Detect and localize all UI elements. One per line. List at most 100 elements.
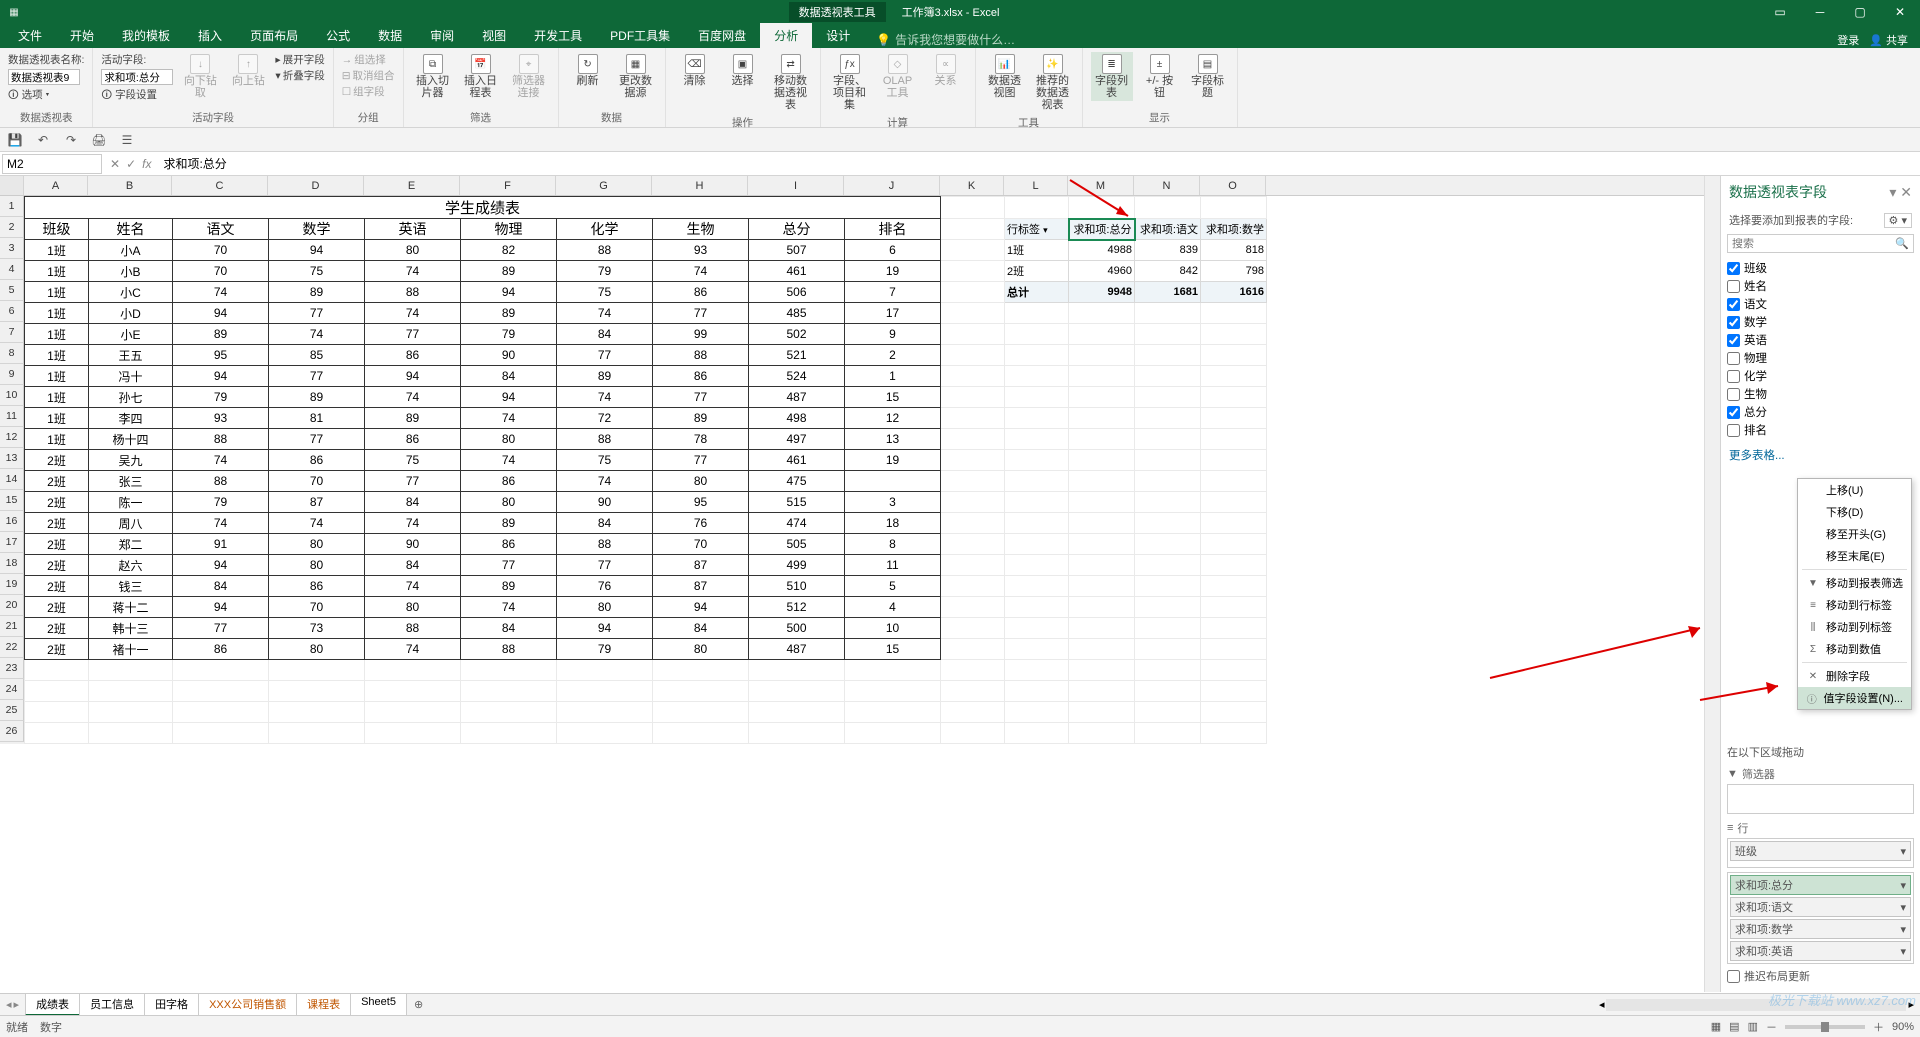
col-header-N[interactable]: N: [1134, 176, 1200, 195]
refresh-button[interactable]: 刷新: [577, 75, 599, 87]
plus-minus-button[interactable]: +/- 按钮: [1141, 75, 1179, 99]
value-area-item[interactable]: 求和项:数学▾: [1730, 919, 1911, 939]
row-header-26[interactable]: 26: [0, 721, 24, 742]
value-area-item[interactable]: 求和项:总分▾: [1730, 875, 1911, 895]
context-item[interactable]: ⓘ值字段设置(N)...: [1798, 687, 1911, 709]
area-values-box[interactable]: 求和项:总分▾求和项:语文▾求和项:数学▾求和项:英语▾: [1727, 872, 1914, 964]
zoom-in-button[interactable]: ＋: [1873, 1019, 1884, 1035]
col-header-B[interactable]: B: [88, 176, 172, 195]
hscroll-right[interactable]: ▸: [1908, 998, 1914, 1011]
view-break-icon[interactable]: ▥: [1748, 1020, 1758, 1033]
select-all-corner[interactable]: [0, 176, 24, 195]
pivot-chart-button[interactable]: 数据透视图: [986, 75, 1024, 99]
share-button[interactable]: 👤 共享: [1869, 32, 1908, 48]
login-link[interactable]: 登录: [1837, 32, 1859, 48]
recommend-pivot-button[interactable]: 推荐的数据透视表: [1034, 75, 1072, 111]
ribbon-tab-页面布局[interactable]: 页面布局: [236, 23, 312, 48]
row-header-1[interactable]: 1: [0, 196, 24, 217]
row-header-8[interactable]: 8: [0, 343, 24, 364]
area-row-box[interactable]: 班级▾: [1727, 838, 1914, 868]
field-英语[interactable]: 英语: [1727, 331, 1914, 349]
sheet-tab-员工信息[interactable]: 员工信息: [79, 993, 145, 1016]
fx-icon[interactable]: fx: [142, 157, 151, 171]
ribbon-tab-分析[interactable]: 分析: [760, 23, 812, 48]
active-field-input[interactable]: [101, 69, 173, 85]
sheet-tab-课程表[interactable]: 课程表: [296, 993, 351, 1016]
value-area-item[interactable]: 求和项:英语▾: [1730, 941, 1911, 961]
sheet-tab-田字格[interactable]: 田字格: [144, 993, 199, 1016]
ribbon-tab-PDF工具集[interactable]: PDF工具集: [596, 23, 684, 48]
field-headers-button[interactable]: 字段标题: [1189, 75, 1227, 99]
sheet-nav-first[interactable]: ◂: [6, 998, 12, 1011]
context-item[interactable]: 移至开头(G): [1798, 523, 1911, 545]
undo-icon[interactable]: ↶: [34, 131, 52, 149]
field-settings-button[interactable]: 🛈 字段设置: [101, 89, 157, 101]
ribbon-tab-开始[interactable]: 开始: [56, 23, 108, 48]
save-icon[interactable]: 💾: [6, 131, 24, 149]
view-normal-icon[interactable]: ▦: [1711, 1020, 1721, 1033]
field-语文[interactable]: 语文: [1727, 295, 1914, 313]
name-box[interactable]: [2, 154, 102, 174]
col-header-D[interactable]: D: [268, 176, 364, 195]
pivot-name-input[interactable]: [8, 69, 80, 85]
sheet-tab-成绩表[interactable]: 成绩表: [25, 993, 80, 1016]
col-header-K[interactable]: K: [940, 176, 1004, 195]
context-item[interactable]: ⫼移动到列标签: [1798, 616, 1911, 638]
field-化学[interactable]: 化学: [1727, 367, 1914, 385]
gear-icon[interactable]: ⚙ ▾: [1884, 213, 1912, 228]
row-header-15[interactable]: 15: [0, 490, 24, 511]
hscroll-left[interactable]: ◂: [1599, 998, 1605, 1011]
row-header-24[interactable]: 24: [0, 679, 24, 700]
fields-items-button[interactable]: 字段、项目和集: [831, 75, 869, 111]
defer-layout-checkbox[interactable]: [1727, 970, 1740, 983]
collapse-field-button[interactable]: ▾ 折叠字段: [275, 68, 324, 83]
row-area-item[interactable]: 班级▾: [1730, 841, 1911, 861]
col-header-G[interactable]: G: [556, 176, 652, 195]
view-page-icon[interactable]: ▤: [1729, 1020, 1739, 1033]
col-header-J[interactable]: J: [844, 176, 940, 195]
ribbon-tab-设计[interactable]: 设计: [812, 23, 864, 48]
col-header-H[interactable]: H: [652, 176, 748, 195]
accept-formula-icon[interactable]: ✓: [126, 157, 136, 171]
col-header-O[interactable]: O: [1200, 176, 1266, 195]
row-header-2[interactable]: 2: [0, 217, 24, 238]
field-总分[interactable]: 总分: [1727, 403, 1914, 421]
zoom-out-button[interactable]: －: [1766, 1019, 1777, 1035]
row-header-14[interactable]: 14: [0, 469, 24, 490]
context-item[interactable]: ✕删除字段: [1798, 665, 1911, 687]
row-header-21[interactable]: 21: [0, 616, 24, 637]
close-button[interactable]: ✕: [1880, 0, 1920, 24]
ribbon-tab-公式[interactable]: 公式: [312, 23, 364, 48]
row-header-12[interactable]: 12: [0, 427, 24, 448]
field-排名[interactable]: 排名: [1727, 421, 1914, 439]
context-item[interactable]: ▼移动到报表筛选: [1798, 572, 1911, 594]
row-header-10[interactable]: 10: [0, 385, 24, 406]
field-班级[interactable]: 班级: [1727, 259, 1914, 277]
col-header-M[interactable]: M: [1068, 176, 1134, 195]
row-header-23[interactable]: 23: [0, 658, 24, 679]
clear-button[interactable]: 清除: [684, 75, 706, 87]
ribbon-tab-文件[interactable]: 文件: [4, 23, 56, 48]
row-header-13[interactable]: 13: [0, 448, 24, 469]
quick-print-icon[interactable]: 🖨: [90, 131, 108, 149]
value-area-item[interactable]: 求和项:语文▾: [1730, 897, 1911, 917]
search-icon[interactable]: 🔍: [1895, 237, 1909, 250]
col-header-E[interactable]: E: [364, 176, 460, 195]
insert-slicer-button[interactable]: 插入切片器: [414, 75, 452, 99]
row-header-7[interactable]: 7: [0, 322, 24, 343]
horizontal-scrollbar[interactable]: [1606, 999, 1906, 1011]
ribbon-tab-插入[interactable]: 插入: [184, 23, 236, 48]
row-header-5[interactable]: 5: [0, 280, 24, 301]
field-search-input[interactable]: [1732, 238, 1895, 250]
ribbon-tab-审阅[interactable]: 审阅: [416, 23, 468, 48]
row-header-17[interactable]: 17: [0, 532, 24, 553]
more-tables-link[interactable]: 更多表格...: [1721, 443, 1920, 467]
col-header-I[interactable]: I: [748, 176, 844, 195]
row-header-25[interactable]: 25: [0, 700, 24, 721]
context-item[interactable]: 下移(D): [1798, 501, 1911, 523]
zoom-slider[interactable]: [1785, 1025, 1865, 1029]
sheet-tab-XXX公司销售额[interactable]: XXX公司销售额: [198, 993, 297, 1016]
area-filter-box[interactable]: [1727, 784, 1914, 814]
change-source-button[interactable]: 更改数据源: [617, 75, 655, 99]
row-header-11[interactable]: 11: [0, 406, 24, 427]
